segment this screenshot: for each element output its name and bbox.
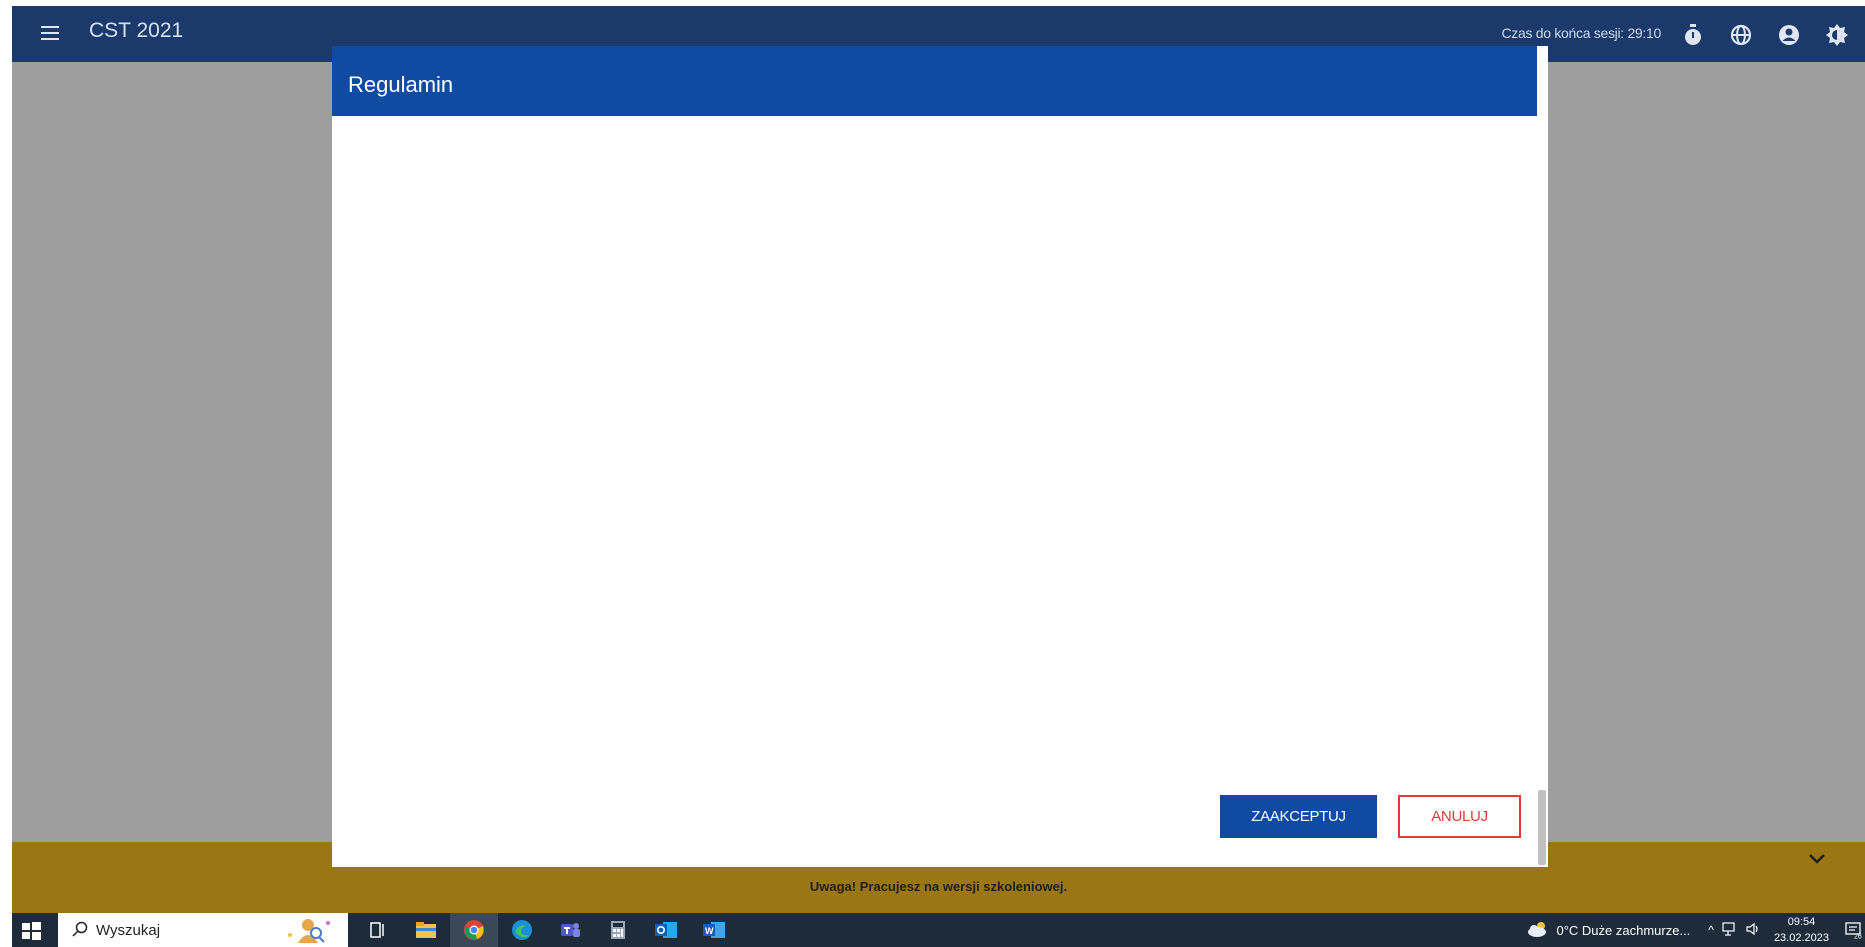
taskbar-search-input[interactable]: Wyszukaj: [58, 913, 348, 947]
cancel-button[interactable]: ANULUJ: [1398, 795, 1521, 838]
word-icon[interactable]: W: [690, 913, 738, 947]
edge-icon[interactable]: [498, 913, 546, 947]
system-tray: 0°C Duże zachmurze... ^ 09:54 23.02.2023…: [1526, 913, 1865, 947]
timer-icon[interactable]: [1675, 20, 1711, 50]
dialog-header: Regulamin: [332, 46, 1537, 116]
notification-center-icon[interactable]: 26: [1843, 913, 1865, 947]
calculator-icon[interactable]: [594, 913, 642, 947]
file-explorer-icon[interactable]: [402, 913, 450, 947]
clock-time: 09:54: [1787, 916, 1816, 928]
training-warning-text: Uwaga! Pracujesz na wersji szkoleniowej.: [809, 879, 1068, 894]
terms-dialog: Regulamin ZAAKCEPTUJ ANULUJ: [332, 46, 1548, 867]
teams-icon[interactable]: [546, 913, 594, 947]
notification-count: 26: [1854, 934, 1862, 940]
windows-start-icon[interactable]: [20, 920, 42, 942]
network-icon[interactable]: [1722, 921, 1738, 939]
search-icon: [72, 921, 88, 942]
outlook-icon[interactable]: [642, 913, 690, 947]
theme-icon[interactable]: [1819, 20, 1855, 50]
dialog-scrollbar[interactable]: [1538, 790, 1546, 865]
dialog-title: Regulamin: [348, 72, 454, 97]
chevron-down-icon[interactable]: [1807, 852, 1833, 872]
accept-button[interactable]: ZAAKCEPTUJ: [1220, 795, 1377, 838]
cloud-icon: [1526, 920, 1550, 941]
windows-taskbar: Wyszukaj W 0°C Duże zachmurze... ^ 09:54…: [12, 913, 1865, 947]
task-view-icon[interactable]: [354, 913, 402, 947]
weather-widget[interactable]: 0°C Duże zachmurze...: [1526, 920, 1690, 941]
appbar-icons: [1675, 20, 1855, 50]
search-placeholder: Wyszukaj: [96, 922, 161, 939]
chevron-up-icon[interactable]: ^: [1708, 923, 1714, 937]
taskbar-apps: W: [354, 913, 738, 947]
screen: CST 2021 Czas do końca sesji: 29:10 Uwag…: [0, 0, 1865, 947]
globe-icon[interactable]: [1723, 20, 1759, 50]
session-timer-label: Czas do końca sesji: 29:10: [1501, 25, 1661, 41]
account-icon[interactable]: [1771, 20, 1807, 50]
svg-text:W: W: [705, 926, 714, 936]
clock-date: 23.02.2023: [1773, 932, 1829, 944]
chrome-icon[interactable]: [450, 913, 498, 947]
taskbar-clock[interactable]: 09:54 23.02.2023: [1774, 914, 1829, 946]
search-highlight-icon: [278, 915, 334, 947]
hamburger-menu-icon[interactable]: [36, 22, 64, 46]
app-title: CST 2021: [89, 19, 184, 42]
volume-icon[interactable]: [1746, 922, 1762, 939]
weather-text: 0°C Duże zachmurze...: [1556, 922, 1691, 938]
